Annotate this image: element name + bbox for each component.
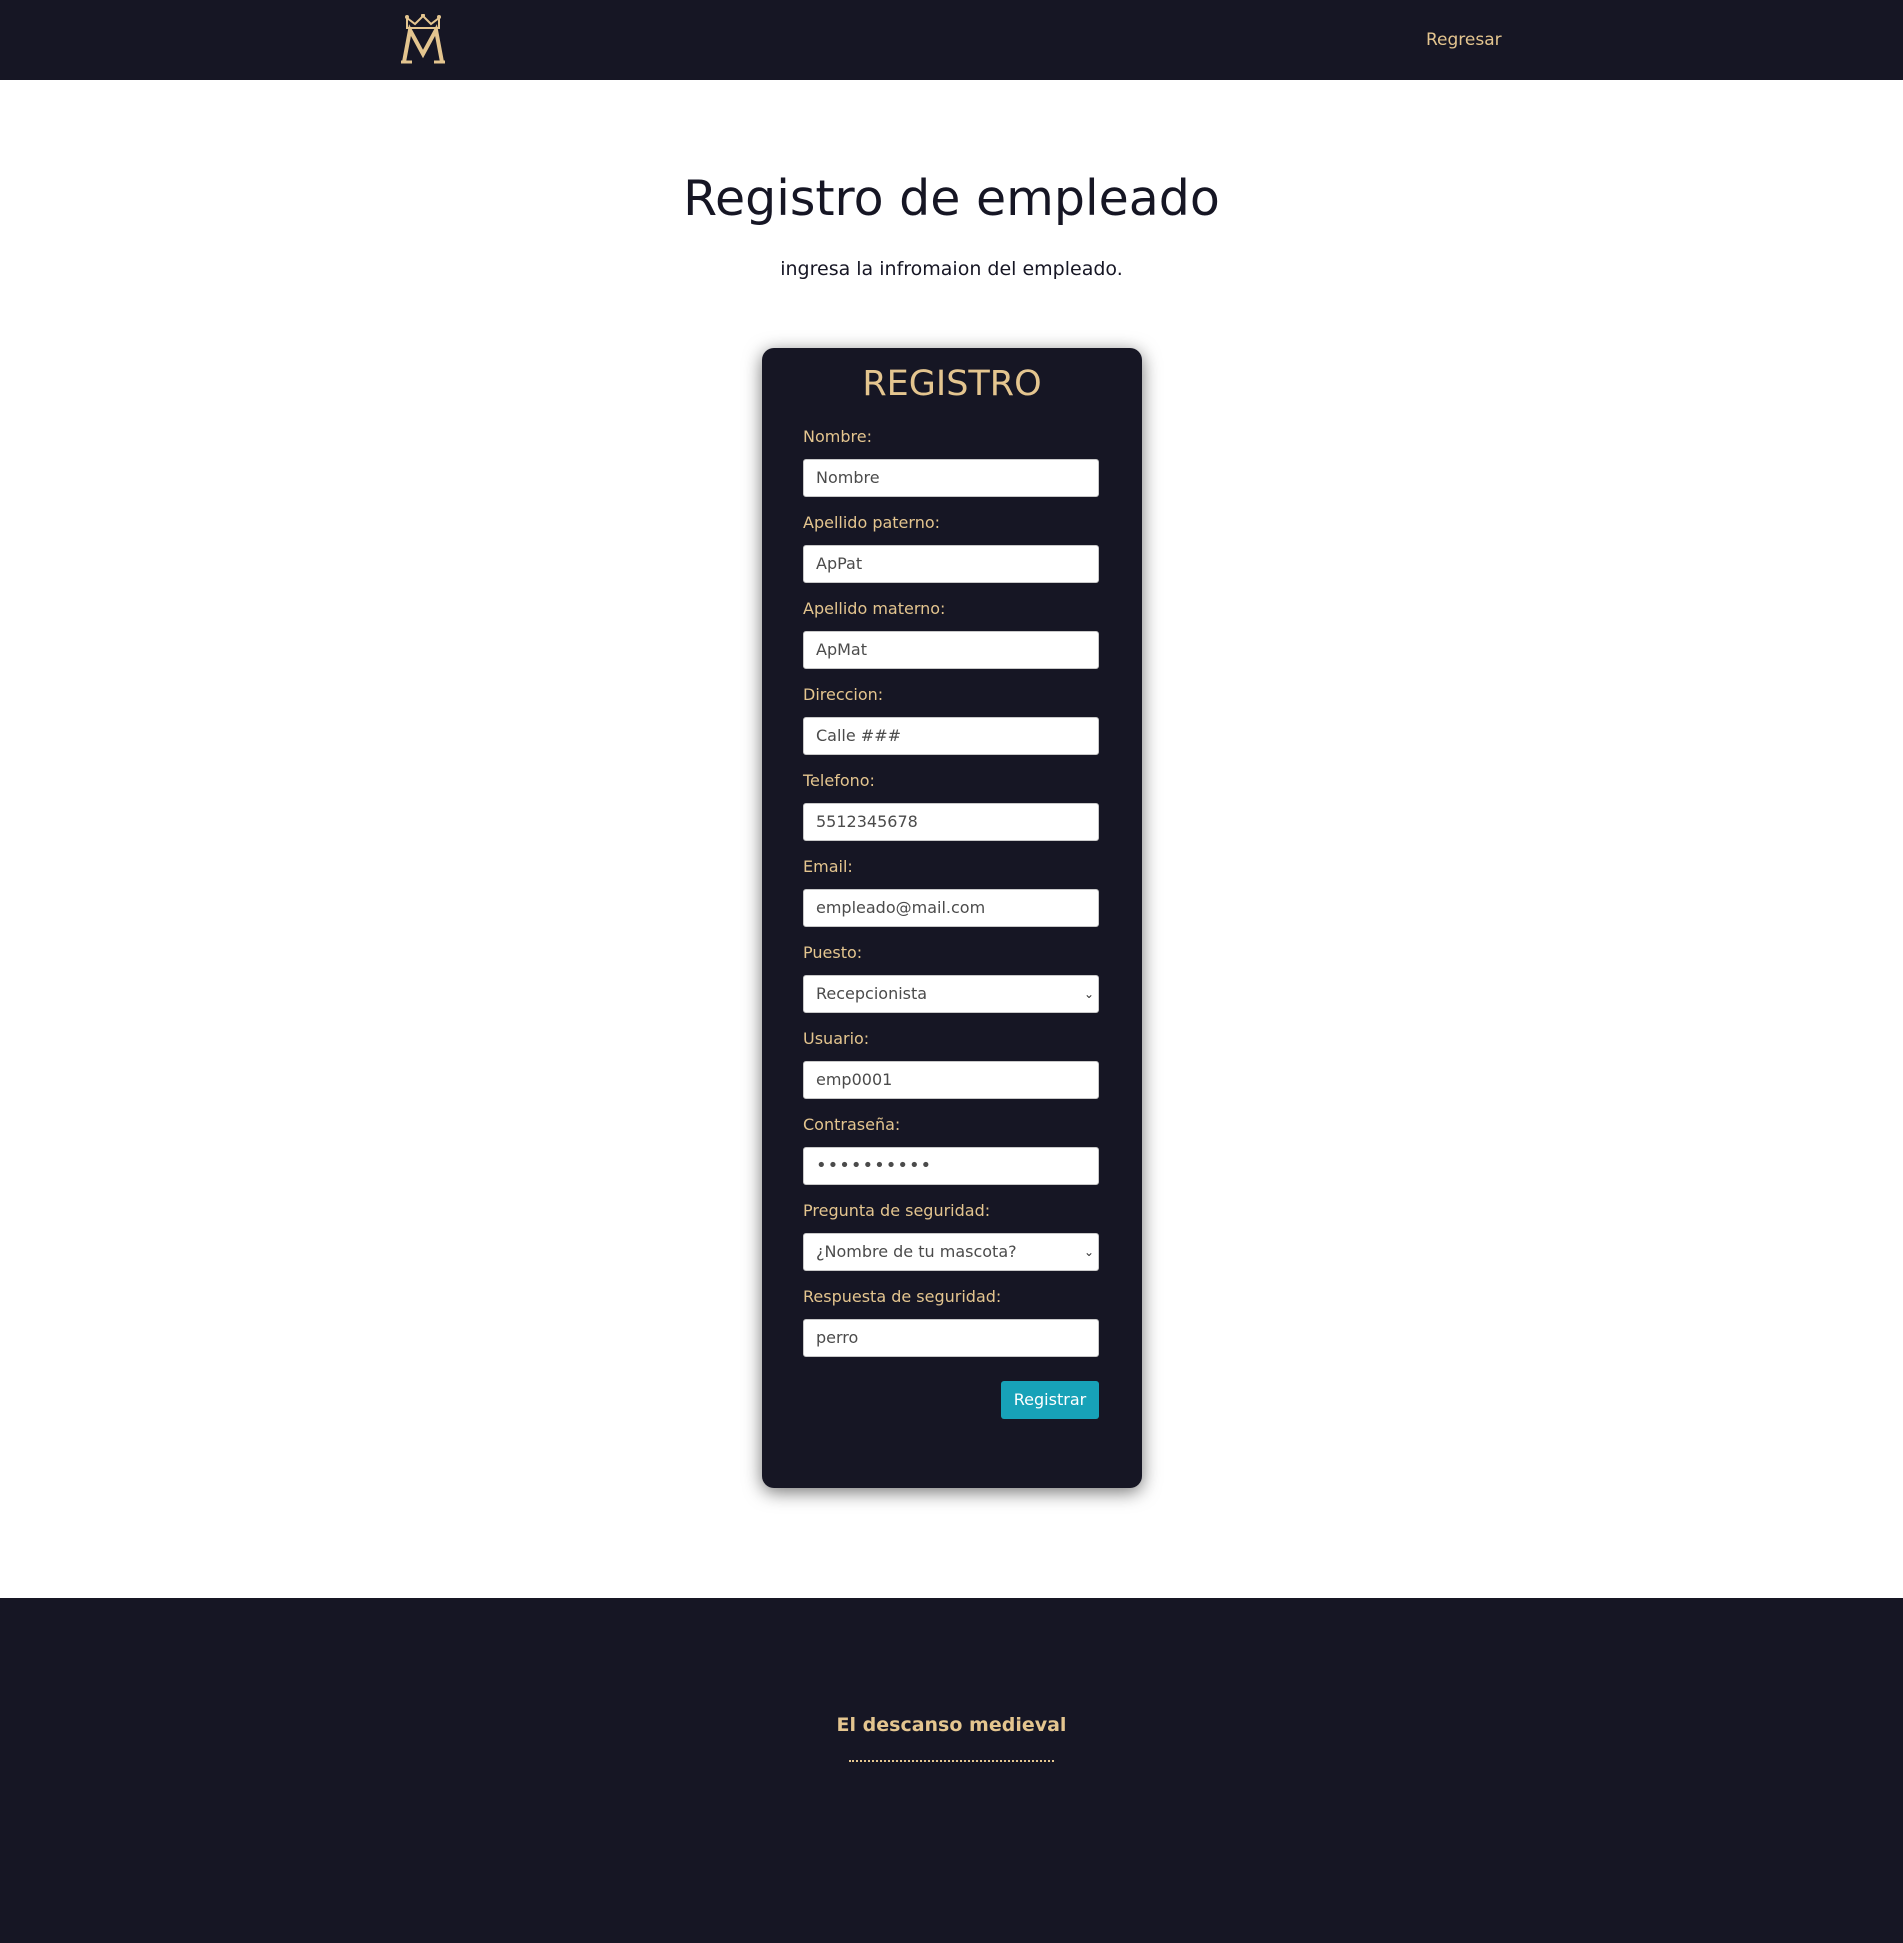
puesto-selected-value: Recepcionista (816, 984, 928, 1003)
puesto-label: Puesto: (803, 943, 863, 962)
email-label: Email: (803, 857, 853, 876)
apellido-paterno-input[interactable]: ApPat (803, 545, 1099, 583)
chevron-down-icon: ⌄ (1083, 987, 1094, 1001)
email-input[interactable]: empleado@mail.com (803, 889, 1099, 927)
pregunta-seguridad-select[interactable]: ¿Nombre de tu mascota? ⌄ (803, 1233, 1099, 1271)
direccion-input[interactable]: Calle ### (803, 717, 1099, 755)
nombre-label: Nombre: (803, 427, 872, 446)
pregunta-selected-value: ¿Nombre de tu mascota? (816, 1242, 1017, 1261)
apellido-paterno-label: Apellido paterno: (803, 513, 941, 532)
form-title: REGISTRO (862, 364, 1042, 404)
page-title: Registro de empleado (683, 170, 1220, 227)
respuesta-seguridad-label: Respuesta de seguridad: (803, 1287, 1002, 1306)
contrasena-input[interactable]: •••••••••• (803, 1147, 1099, 1185)
contrasena-label: Contraseña: (803, 1115, 901, 1134)
register-button[interactable]: Registrar (1001, 1381, 1099, 1419)
telefono-label: Telefono: (803, 771, 875, 790)
direccion-label: Direccion: (803, 685, 884, 704)
password-mask: •••••••••• (816, 1155, 933, 1176)
top-navbar: Regresar (0, 0, 1903, 80)
apellido-materno-input[interactable]: ApMat (803, 631, 1099, 669)
footer-divider (849, 1760, 1054, 1762)
usuario-input[interactable]: emp0001 (803, 1061, 1099, 1099)
chevron-down-icon: ⌄ (1083, 1245, 1094, 1259)
footer-brand: El descanso medieval (836, 1714, 1067, 1736)
telefono-input[interactable]: 5512345678 (803, 803, 1099, 841)
page-subtitle: ingresa la infromaion del empleado. (780, 258, 1123, 280)
usuario-label: Usuario: (803, 1029, 870, 1048)
footer: El descanso medieval (0, 1598, 1903, 1943)
apellido-materno-label: Apellido materno: (803, 599, 946, 618)
pregunta-seguridad-label: Pregunta de seguridad: (803, 1201, 991, 1220)
crown-m-logo[interactable] (400, 14, 446, 66)
main-content: Registro de empleado ingresa la infromai… (0, 80, 1903, 1598)
employee-registration-form: REGISTRO Nombre: Nombre Apellido paterno… (762, 348, 1142, 1488)
respuesta-seguridad-input[interactable]: perro (803, 1319, 1099, 1357)
puesto-select[interactable]: Recepcionista ⌄ (803, 975, 1099, 1013)
back-link[interactable]: Regresar (1426, 30, 1502, 50)
nombre-input[interactable]: Nombre (803, 459, 1099, 497)
